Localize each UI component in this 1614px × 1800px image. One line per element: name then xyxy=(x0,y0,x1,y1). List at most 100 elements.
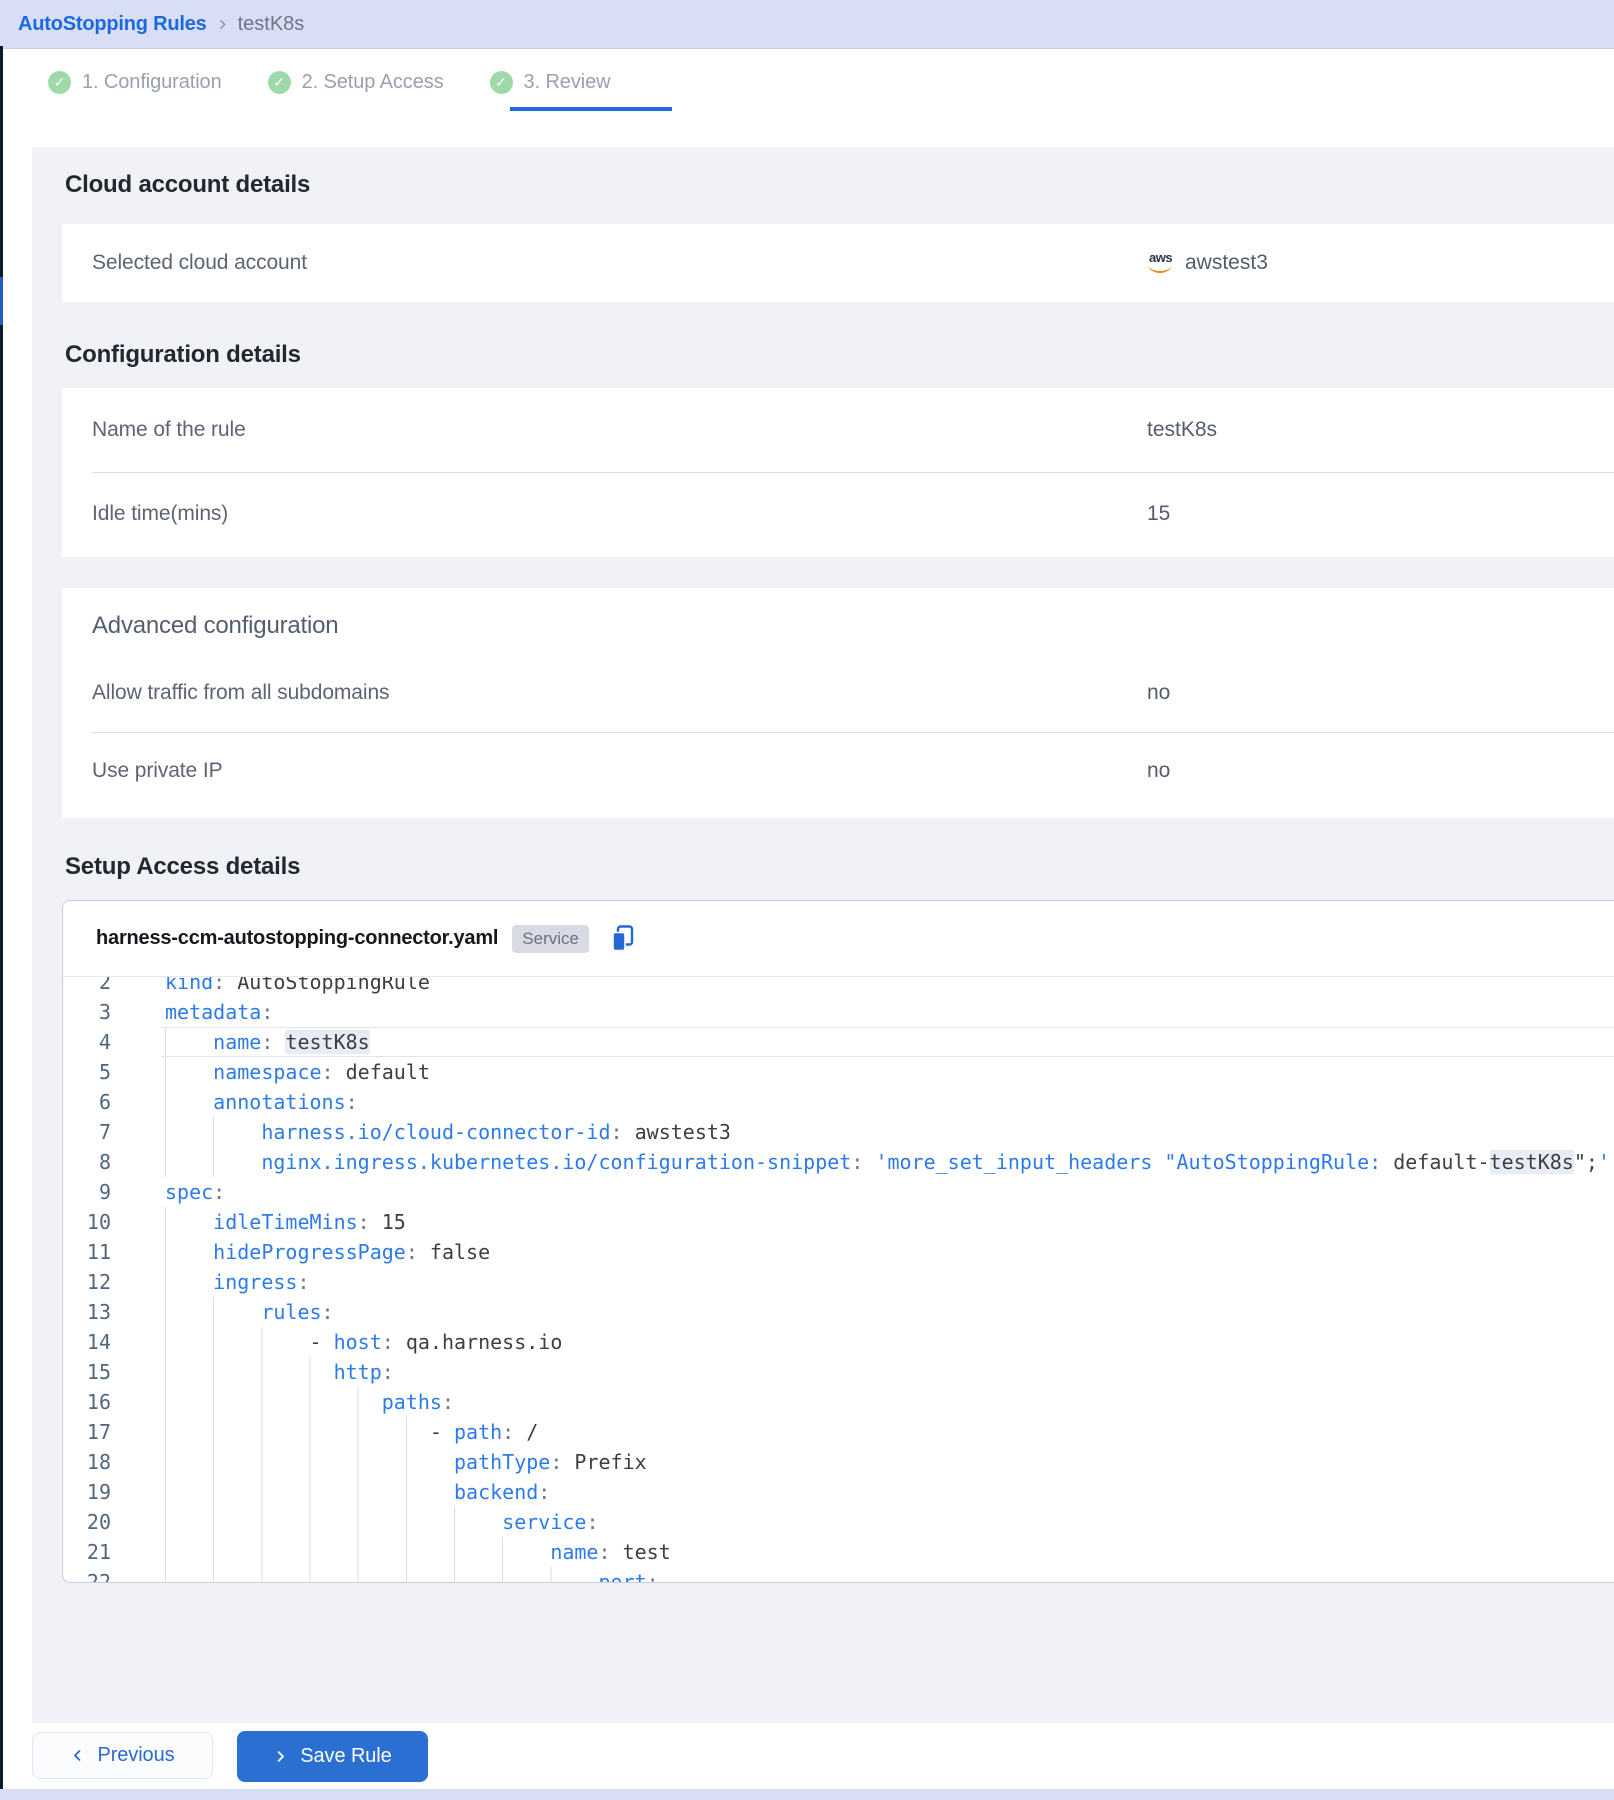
line-number: 9 xyxy=(63,1177,111,1207)
section-title-setup-access: Setup Access details xyxy=(65,853,300,881)
line-number: 12 xyxy=(63,1267,111,1297)
indent-guide xyxy=(165,1507,500,1537)
line-number: 6 xyxy=(63,1087,111,1117)
breadcrumb: AutoStopping Rules testK8s xyxy=(0,0,1614,49)
chevron-left-icon xyxy=(70,1748,85,1763)
code-line: 10 idleTimeMins: 15 xyxy=(63,1207,1614,1237)
indent-guide xyxy=(165,1267,211,1297)
save-rule-button-label: Save Rule xyxy=(300,1745,391,1768)
code-line: 9spec: xyxy=(63,1177,1614,1207)
cloud-account-name: awstest3 xyxy=(1185,251,1268,275)
code-line: 16 paths: xyxy=(63,1387,1614,1417)
code-line: 18 pathType: Prefix xyxy=(63,1447,1614,1477)
indent-guide xyxy=(165,1117,259,1147)
table-row: Selected cloud account aws awstest3 xyxy=(62,224,1614,302)
row-label: Selected cloud account xyxy=(92,251,307,275)
check-circle-icon: ✓ xyxy=(268,71,291,94)
code-line: 7 harness.io/cloud-connector-id: awstest… xyxy=(63,1117,1614,1147)
previous-button[interactable]: Previous xyxy=(32,1732,213,1779)
step-setup-access[interactable]: ✓ 2. Setup Access xyxy=(268,71,444,94)
advanced-configuration-block: Advanced configuration Allow traffic fro… xyxy=(62,588,1614,818)
code-scroll-area[interactable]: 2kind: AutoStoppingRule3metadata:4 name:… xyxy=(63,977,1614,1582)
aws-icon: aws xyxy=(1147,252,1177,274)
indent-guide xyxy=(165,1207,211,1237)
step-label: 1. Configuration xyxy=(82,71,222,94)
indent-guide xyxy=(165,1087,211,1117)
sidebar-active-indicator xyxy=(0,277,3,325)
step-review[interactable]: ✓ 3. Review xyxy=(490,71,611,94)
save-rule-button[interactable]: Save Rule xyxy=(237,1731,428,1782)
row-value: aws awstest3 xyxy=(1147,251,1268,275)
code-line: 11 hideProgressPage: false xyxy=(63,1237,1614,1267)
code-line: 19 backend: xyxy=(63,1477,1614,1507)
step-label: 2. Setup Access xyxy=(302,71,444,94)
row-value: 15 xyxy=(1147,502,1170,526)
row-value: no xyxy=(1147,759,1170,783)
step-configuration[interactable]: ✓ 1. Configuration xyxy=(48,71,222,94)
line-number: 13 xyxy=(63,1297,111,1327)
table-row: Idle time(mins) 15 xyxy=(62,472,1614,556)
line-number: 5 xyxy=(63,1057,111,1087)
review-panel: Cloud account details Selected cloud acc… xyxy=(32,147,1614,1723)
section-title-configuration: Configuration details xyxy=(65,341,301,369)
code-line: 6 annotations: xyxy=(63,1087,1614,1117)
wizard-stepper: ✓ 1. Configuration ✓ 2. Setup Access ✓ 3… xyxy=(0,49,1614,147)
indent-guide xyxy=(165,1447,452,1477)
breadcrumb-root-link[interactable]: AutoStopping Rules xyxy=(18,13,207,36)
line-number: 2 xyxy=(63,977,111,997)
chevron-right-icon xyxy=(216,18,229,31)
code-line: 21 name: test xyxy=(63,1537,1614,1567)
check-circle-icon: ✓ xyxy=(490,71,513,94)
check-circle-icon: ✓ xyxy=(48,71,71,94)
copy-icon[interactable] xyxy=(609,924,637,953)
breadcrumb-current: testK8s xyxy=(238,13,305,36)
table-row: Use private IP no xyxy=(62,732,1614,810)
code-line: 8 nginx.ingress.kubernetes.io/configurat… xyxy=(63,1147,1614,1177)
code-line: 14 - host: qa.harness.io xyxy=(63,1327,1614,1357)
row-value: testK8s xyxy=(1147,418,1217,442)
indent-guide xyxy=(165,1027,211,1057)
active-step-underline xyxy=(510,107,672,111)
table-row: Allow traffic from all subdomains no xyxy=(62,654,1614,732)
code-header: harness-ccm-autostopping-connector.yaml … xyxy=(63,901,1614,977)
section-title-cloud-account: Cloud account details xyxy=(65,171,310,199)
row-label: Allow traffic from all subdomains xyxy=(92,681,389,705)
code-line: 17 - path: / xyxy=(63,1417,1614,1447)
line-number: 20 xyxy=(63,1507,111,1537)
code-line: 5 namespace: default xyxy=(63,1057,1614,1087)
bottom-strip xyxy=(0,1789,1614,1800)
chevron-right-icon xyxy=(273,1749,288,1764)
indent-guide xyxy=(165,1387,380,1417)
line-number: 8 xyxy=(63,1147,111,1177)
indent-guide xyxy=(165,1537,548,1567)
indent-guide xyxy=(165,1297,259,1327)
line-number: 19 xyxy=(63,1477,111,1507)
line-number: 16 xyxy=(63,1387,111,1417)
code-line: 13 rules: xyxy=(63,1297,1614,1327)
code-line: 12 ingress: xyxy=(63,1267,1614,1297)
autostopping-review-page: AutoStopping Rules testK8s ✓ 1. Configur… xyxy=(0,0,1614,1800)
configuration-block: Name of the rule testK8s Idle time(mins)… xyxy=(62,388,1614,557)
indent-guide xyxy=(165,1477,452,1507)
line-number: 7 xyxy=(63,1117,111,1147)
line-number: 21 xyxy=(63,1537,111,1567)
code-line: 3metadata: xyxy=(63,997,1614,1027)
yaml-filename: harness-ccm-autostopping-connector.yaml xyxy=(96,927,498,950)
indent-guide xyxy=(165,1147,259,1177)
code-lines: 2kind: AutoStoppingRule3metadata:4 name:… xyxy=(63,977,1614,1582)
line-number: 18 xyxy=(63,1447,111,1477)
code-line: 22 port: xyxy=(63,1567,1614,1582)
line-number: 11 xyxy=(63,1237,111,1267)
code-line: 4 name: testK8s xyxy=(63,1027,1614,1057)
line-number: 10 xyxy=(63,1207,111,1237)
row-label: Idle time(mins) xyxy=(92,502,228,526)
line-number: 22 xyxy=(63,1567,111,1582)
table-row: Name of the rule testK8s xyxy=(62,388,1614,472)
service-badge: Service xyxy=(512,925,589,953)
indent-guide xyxy=(165,1357,332,1387)
yaml-code-viewer: harness-ccm-autostopping-connector.yaml … xyxy=(62,900,1614,1583)
line-number: 17 xyxy=(63,1417,111,1447)
row-value: no xyxy=(1147,681,1170,705)
indent-guide xyxy=(165,1057,211,1087)
indent-guide xyxy=(165,1237,211,1267)
